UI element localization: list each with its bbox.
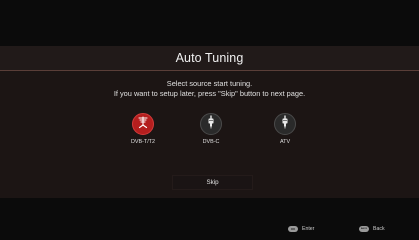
- auto-tuning-screen: Auto Tuning Select source start tuning. …: [0, 0, 419, 240]
- cable-plug-icon: [279, 115, 291, 134]
- instruction-line-2: If you want to setup later, press "Skip"…: [113, 89, 306, 98]
- hint-back-label: Back: [373, 226, 385, 232]
- page-title: Auto Tuning: [175, 51, 244, 65]
- source-dvb-t-t2[interactable]: DVB-T/T2: [113, 113, 173, 151]
- hint-enter: OK Enter: [288, 226, 314, 232]
- source-atv[interactable]: ATV: [255, 113, 315, 151]
- source-dvb-c-circle: [200, 113, 222, 135]
- instruction-line-1: Select source start tuning.: [166, 79, 253, 88]
- hint-back: BACK Back: [359, 226, 385, 232]
- content-panel: Select source start tuning. If you want …: [0, 70, 419, 198]
- footer-hints: OK Enter BACK Back: [0, 222, 419, 240]
- cable-plug-icon: [205, 115, 217, 134]
- source-label: ATV: [279, 139, 291, 145]
- source-label: DVB-T/T2: [131, 139, 155, 145]
- source-dvb-t-t2-circle: [132, 113, 154, 135]
- ok-key-icon: OK: [288, 226, 298, 232]
- back-key-icon: BACK: [359, 226, 369, 232]
- source-dvb-c[interactable]: DVB-C: [181, 113, 241, 151]
- source-label: DVB-C: [202, 139, 220, 145]
- antenna-icon: [136, 115, 150, 134]
- hint-enter-label: Enter: [302, 226, 315, 232]
- title-bar: Auto Tuning: [0, 46, 419, 70]
- skip-button[interactable]: Skip: [172, 175, 253, 190]
- source-atv-circle: [274, 113, 296, 135]
